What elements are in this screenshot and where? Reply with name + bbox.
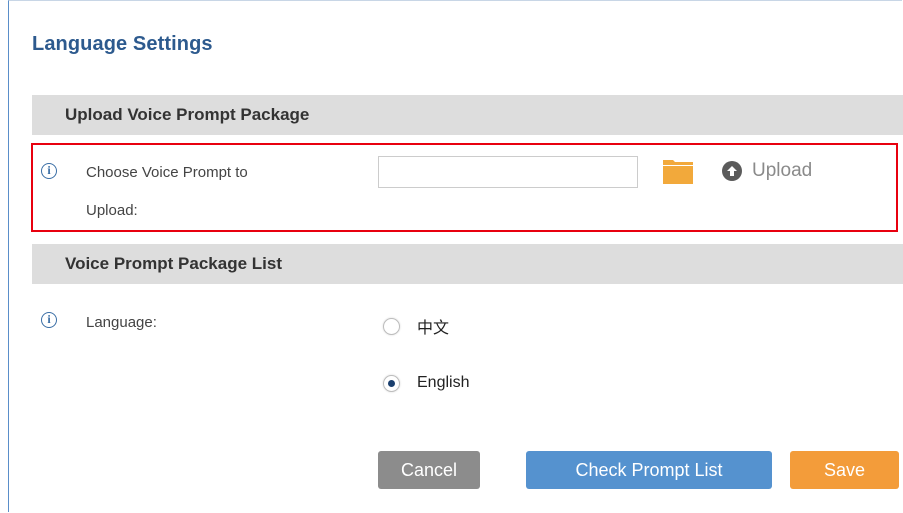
radio-label: English bbox=[417, 374, 470, 391]
language-option-english[interactable]: English bbox=[383, 374, 469, 392]
choose-prompt-label: Choose Voice Prompt to bbox=[86, 164, 248, 181]
choose-prompt-label-cont: Upload: bbox=[86, 202, 138, 219]
folder-icon[interactable] bbox=[663, 156, 693, 184]
upload-section-header: Upload Voice Prompt Package bbox=[32, 95, 903, 135]
upload-label: Upload bbox=[752, 160, 813, 181]
list-section-header: Voice Prompt Package List bbox=[32, 244, 903, 284]
arrow-up-circle-icon bbox=[722, 161, 742, 181]
language-option-chinese[interactable]: 中文 bbox=[383, 314, 449, 338]
language-label: Language: bbox=[86, 314, 157, 331]
radio-button[interactable] bbox=[383, 374, 400, 392]
file-path-input[interactable] bbox=[378, 156, 638, 188]
check-prompt-list-button[interactable]: Check Prompt List bbox=[526, 451, 772, 489]
radio-button[interactable] bbox=[383, 317, 400, 335]
page-title: Language Settings bbox=[32, 33, 213, 55]
cancel-button[interactable]: Cancel bbox=[378, 451, 480, 489]
info-icon[interactable]: i bbox=[41, 312, 57, 328]
radio-label: 中文 bbox=[417, 320, 450, 337]
info-icon[interactable]: i bbox=[41, 163, 57, 179]
save-button[interactable]: Save bbox=[790, 451, 899, 489]
upload-button[interactable]: Upload bbox=[722, 157, 812, 185]
